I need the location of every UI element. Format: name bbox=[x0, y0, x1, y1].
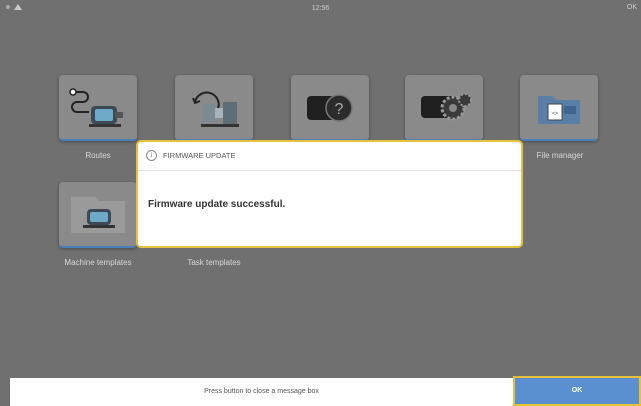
status-right: OK bbox=[626, 4, 637, 11]
svg-text:<>: <> bbox=[552, 111, 558, 117]
tile-help[interactable]: ? bbox=[291, 75, 369, 141]
tile-file-manager[interactable]: <> bbox=[520, 75, 598, 141]
app-screen: 12:56 OK Routes ? <> File manager Machin… bbox=[0, 0, 641, 406]
tile-routes[interactable] bbox=[59, 75, 137, 141]
machine-template-icon bbox=[71, 197, 125, 233]
tile-machine-templates-label: Machine templates bbox=[64, 258, 132, 267]
ok-button[interactable]: OK bbox=[513, 376, 641, 406]
help-device-icon: ? bbox=[307, 94, 353, 122]
tile-settings[interactable] bbox=[405, 75, 483, 141]
tile-measurement[interactable] bbox=[175, 75, 253, 141]
status-bar: 12:56 OK bbox=[0, 0, 641, 18]
routes-icon bbox=[69, 88, 123, 127]
status-time: 12:56 bbox=[311, 5, 330, 12]
info-icon: i bbox=[146, 150, 157, 161]
dialog-message: Firmware update successful. bbox=[148, 199, 286, 210]
tile-machine-templates[interactable] bbox=[59, 182, 137, 248]
rotation-machine-icon bbox=[192, 91, 239, 127]
dialog-header: i FIRMWARE UPDATE bbox=[146, 150, 236, 161]
tile-file-manager-label: File manager bbox=[536, 151, 584, 160]
folder-icon: <> bbox=[538, 96, 580, 124]
dialog-title: FIRMWARE UPDATE bbox=[163, 151, 236, 160]
tile-task-templates-label: Task templates bbox=[187, 258, 241, 267]
tile-routes-label: Routes bbox=[85, 151, 111, 160]
dialog-divider bbox=[138, 170, 521, 171]
svg-text:?: ? bbox=[335, 101, 344, 118]
device-settings-icon bbox=[421, 93, 472, 121]
message-hint-bar: Press button to close a message box bbox=[10, 378, 513, 406]
firmware-update-dialog: i FIRMWARE UPDATE Firmware update succes… bbox=[136, 140, 523, 248]
